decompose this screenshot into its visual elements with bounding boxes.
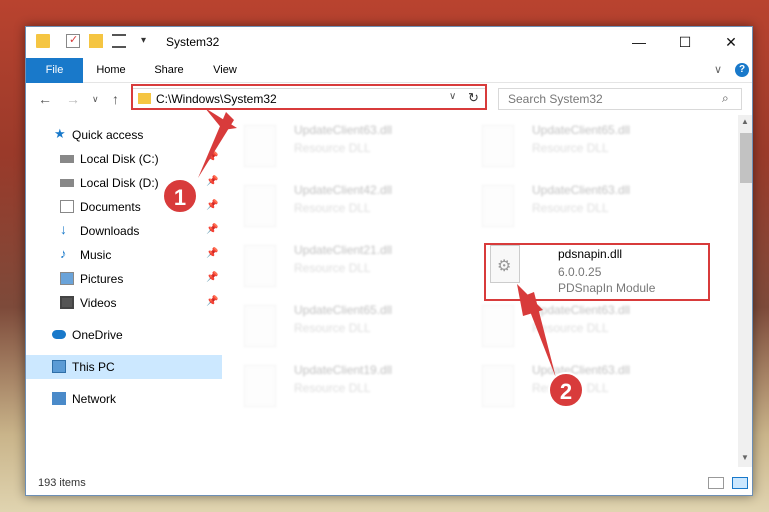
arrow-1 bbox=[198, 112, 234, 178]
annotation-arrows bbox=[198, 108, 556, 378]
step-2-badge: 2 bbox=[548, 372, 584, 408]
step-1-badge: 1 bbox=[162, 178, 198, 214]
